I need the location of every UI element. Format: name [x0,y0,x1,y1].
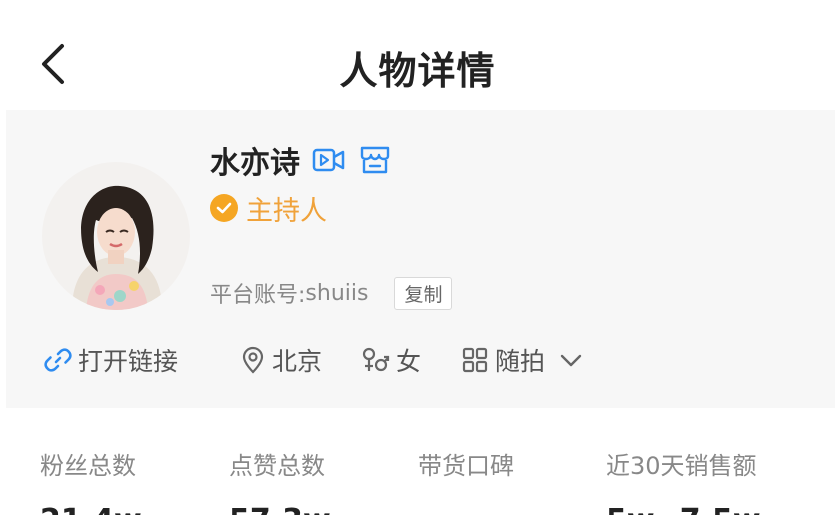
stat-label: 点赞总数 [229,452,325,480]
link-icon [44,348,72,372]
stat-value: 5w~7.5w [606,503,761,515]
role-label: 主持人 [246,195,327,227]
copy-button[interactable]: 复制 [394,276,453,310]
stat-label: 粉丝总数 [40,452,136,480]
video-icon[interactable] [312,143,346,177]
gender-icon [362,347,390,372]
header: 人物详情 [0,0,835,110]
meta-row: 打开链接 北京 女 随拍 [44,340,589,380]
stats-bar: 粉丝总数 21.4w 点赞总数 57.3w 带货口碑 -- 近30天销售额 5w… [0,408,835,515]
account-value: shuiis [305,280,369,306]
location-item: 北京 [240,342,322,378]
open-link-label: 打开链接 [78,347,179,376]
name-row: 水亦诗 [210,140,392,181]
stat-value: 21.4w [40,503,142,515]
grid-icon [462,347,488,373]
check-circle-icon [210,194,238,222]
stat-value: -- [418,503,514,515]
category-dropdown[interactable]: 随拍 [461,342,589,378]
gender-label: 女 [396,347,422,376]
role-badge: 主持人 [210,190,327,227]
stat-value: 57.3w [229,503,331,515]
stat-fans[interactable]: 粉丝总数 21.4w [40,446,142,515]
open-link-button[interactable]: 打开链接 [44,342,178,378]
location-pin-icon [242,346,264,374]
page-title: 人物详情 [339,49,496,93]
category-label: 随拍 [495,347,546,376]
stat-sales[interactable]: 近30天销售额 5w~7.5w [606,446,761,515]
stat-likes[interactable]: 点赞总数 57.3w [229,446,331,515]
location-label: 北京 [272,347,323,376]
stat-reputation[interactable]: 带货口碑 -- [418,446,514,515]
avatar[interactable] [42,162,190,310]
stat-label: 近30天销售额 [606,452,757,480]
stat-label: 带货口碑 [418,452,514,480]
account-row: 平台账号: shuiis 复制 [210,276,453,310]
store-icon[interactable] [358,143,392,177]
gender-item: 女 [360,342,421,378]
account-label: 平台账号: [210,283,306,308]
chevron-down-icon [560,354,582,367]
profile-card: 水亦诗 主持人 平台账号: shuiis 复制 打开链接 北京 女 随拍 [6,110,835,408]
profile-name: 水亦诗 [210,146,300,181]
